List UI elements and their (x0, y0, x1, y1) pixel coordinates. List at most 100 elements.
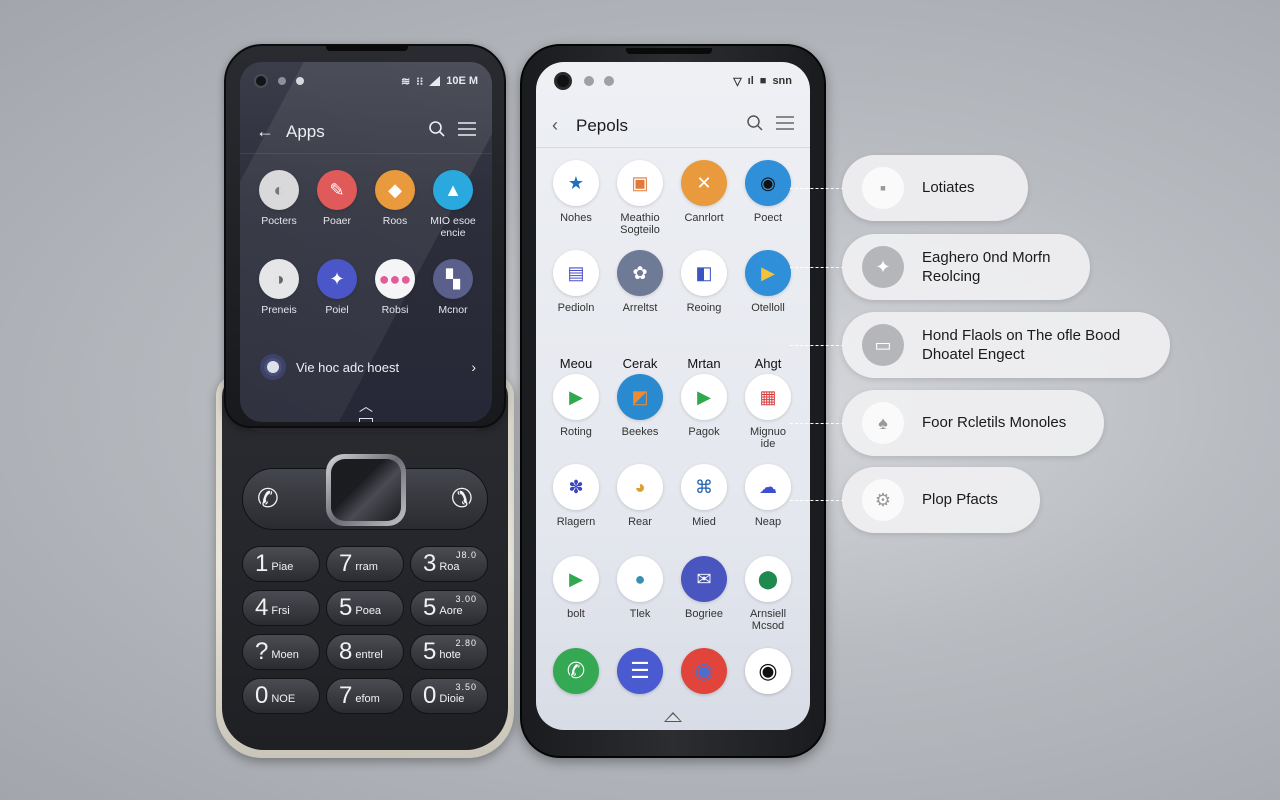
app-icon: ⬤ (745, 556, 791, 602)
hamburger-menu-icon[interactable] (458, 122, 476, 141)
suggestion-row[interactable]: Vie hoc adc hoest › (260, 352, 476, 382)
key-sub: Poea (355, 605, 382, 617)
app-icon-item[interactable]: ◑ Preneis (250, 259, 308, 317)
app-row-1: ★ Nohes ▣ Meathio Sogteilo ✕ Canrlort ◉ Poect (544, 160, 802, 236)
app-glyph-icon: ▣ (631, 172, 649, 193)
callout-connector (790, 500, 844, 501)
keypad-key[interactable]: 4 Frsi (242, 590, 320, 626)
app-icon-item[interactable]: ●●● Robsi (366, 259, 424, 317)
app-glyph-icon: ▶ (697, 386, 711, 407)
key-sub: entrel (355, 649, 383, 661)
phone-hangup-icon[interactable]: ✆ (451, 483, 473, 514)
app-icon-item[interactable]: ⌘ Mied (672, 464, 736, 528)
app-icon: ◕ (617, 464, 663, 510)
wifi-icon: ▽ (733, 75, 742, 88)
shovel-icon: ♠ (862, 402, 904, 444)
app-icon-item[interactable]: ▶ Roting (544, 374, 608, 450)
dpad-center-button[interactable] (326, 454, 406, 526)
callout-text: Plop Pfacts (922, 491, 998, 509)
search-icon[interactable] (746, 114, 764, 137)
keypad-key[interactable]: 7 efom (326, 678, 404, 714)
app-label: Bogriee (685, 608, 723, 620)
section-label: Meou (559, 356, 593, 371)
phone-app-icon[interactable]: ✆ (553, 648, 599, 694)
app-icon-item[interactable]: ▚ Mcnor (424, 259, 482, 317)
app-icon-item[interactable]: ▶ Pagok (672, 374, 736, 450)
keypad-key[interactable]: 5 hote 2.80 (410, 634, 488, 670)
app-icon-item[interactable]: ▶ Otelloll (736, 250, 800, 314)
app-icon-item[interactable]: ▤ Pedioln (544, 250, 608, 314)
app-glyph-icon: ✎ (329, 179, 345, 200)
app-label: Mied (692, 516, 716, 528)
app-glyph-icon: ◕ (634, 476, 646, 497)
right-screen: ▽ ıl ■ snn ‹ Pepols ★ Nohes ▣ Meathio Sogte… (536, 62, 810, 730)
section-label: Mrtan (687, 356, 721, 371)
app-glyph-icon: ▶ (569, 386, 583, 407)
chrome-app-icon[interactable]: ◉ (681, 648, 727, 694)
keypad-key[interactable]: ? Moen (242, 634, 320, 670)
camera-app-icon[interactable]: ◉ (745, 648, 791, 694)
app-label: Beekes (621, 426, 659, 438)
hamburger-menu-icon[interactable] (776, 116, 794, 135)
app-icon-item[interactable]: ▲ MIO esoe encie (424, 170, 482, 239)
app-icon: ☁ (745, 464, 791, 510)
app-label: Otelloll (751, 302, 785, 314)
keypad-key[interactable]: 5 Aore 3.00 (410, 590, 488, 626)
key-sub: Moen (271, 649, 299, 661)
search-icon[interactable] (428, 120, 446, 143)
app-icon-item[interactable]: ☁ Neap (736, 464, 800, 528)
app-icon-item[interactable]: ▦ Mignuo ide (736, 374, 800, 450)
app-glyph-icon: ◉ (760, 172, 776, 193)
key-sub: hote (439, 649, 461, 661)
chevron-left-icon[interactable]: ‹ (552, 115, 558, 136)
app-glyph-icon: ▶ (761, 262, 775, 283)
app-icon-item[interactable]: ✿ Arreltst (608, 250, 672, 314)
app-icon-item[interactable]: ✉ Bogriee (672, 556, 736, 632)
chevron-up-icon[interactable]: ︿ (359, 396, 373, 416)
app-icon-item[interactable]: ◕ Rear (608, 464, 672, 528)
key-sub: Aore (439, 605, 463, 617)
key-sub: rram (355, 561, 378, 573)
home-square-icon[interactable] (359, 418, 373, 422)
status-time: 10E M (446, 75, 478, 87)
app-icon-item[interactable]: ✕ Canrlort (672, 160, 736, 236)
app-grid: ◐ Pocters ✎ Poaer ◆ Roos ▲ MIO esoe encie ◑ Prene… (250, 170, 482, 317)
chevron-right-icon[interactable]: › (471, 359, 476, 375)
app-glyph-icon: ●●● (378, 268, 412, 289)
chevron-up-icon[interactable] (664, 712, 682, 722)
app-row-2: ▤ Pedioln ✿ Arreltst ◧ Reoing ▶ Otelloll (544, 250, 802, 314)
keypad-key[interactable]: 1 Piae (242, 546, 320, 582)
left-slider-phone: ✆ ✆ 1 Piae 7 rram 3 Roa J8.0 4 Frsi 5 Poea 5 Aore 3.0… (216, 44, 514, 758)
keypad-key[interactable]: 3 Roa J8.0 (410, 546, 488, 582)
app-glyph-icon: ● (634, 568, 646, 589)
app-icon-item[interactable]: ◆ Roos (366, 170, 424, 239)
app-icon: ▶ (681, 374, 727, 420)
keypad-key[interactable]: 5 Poea (326, 590, 404, 626)
app-icon-item[interactable]: ◧ Reoing (672, 250, 736, 314)
key-sub: Piae (271, 561, 294, 573)
app-header: ‹ Pepols (536, 104, 810, 148)
app-icon-item[interactable]: ⬤ Arnsiell Mcsod (736, 556, 800, 632)
app-icon-item[interactable]: ✽ Rlagern (544, 464, 608, 528)
app-glyph-icon: ▚ (446, 268, 460, 289)
app-icon-item[interactable]: ✎ Poaer (308, 170, 366, 239)
app-icon-item[interactable]: ★ Nohes (544, 160, 608, 236)
app-icon-item[interactable]: ◐ Pocters (250, 170, 308, 239)
app-icon-item[interactable]: ▶ bolt (544, 556, 608, 632)
keypad-key[interactable]: 0 Dioie 3.50 (410, 678, 488, 714)
keypad-key[interactable]: 7 rram (326, 546, 404, 582)
app-icon-item[interactable]: ● Tlek (608, 556, 672, 632)
messages-app-icon[interactable]: ☰ (617, 648, 663, 694)
keypad-key[interactable]: 8 entrel (326, 634, 404, 670)
phone-answer-icon[interactable]: ✆ (257, 483, 279, 514)
app-label: Tlek (629, 608, 651, 620)
arrow-left-icon[interactable]: ← (256, 121, 274, 142)
app-icon-item[interactable]: ◩ Beekes (608, 374, 672, 450)
key-num: 5 (339, 594, 353, 621)
sensor-dot-icon (278, 77, 286, 85)
app-icon-item[interactable]: ◉ Poect (736, 160, 800, 236)
app-icon-item[interactable]: ▣ Meathio Sogteilo (608, 160, 672, 236)
app-label: Roos (382, 215, 408, 227)
app-icon-item[interactable]: ✦ Poiel (308, 259, 366, 317)
keypad-key[interactable]: 0 NOE (242, 678, 320, 714)
